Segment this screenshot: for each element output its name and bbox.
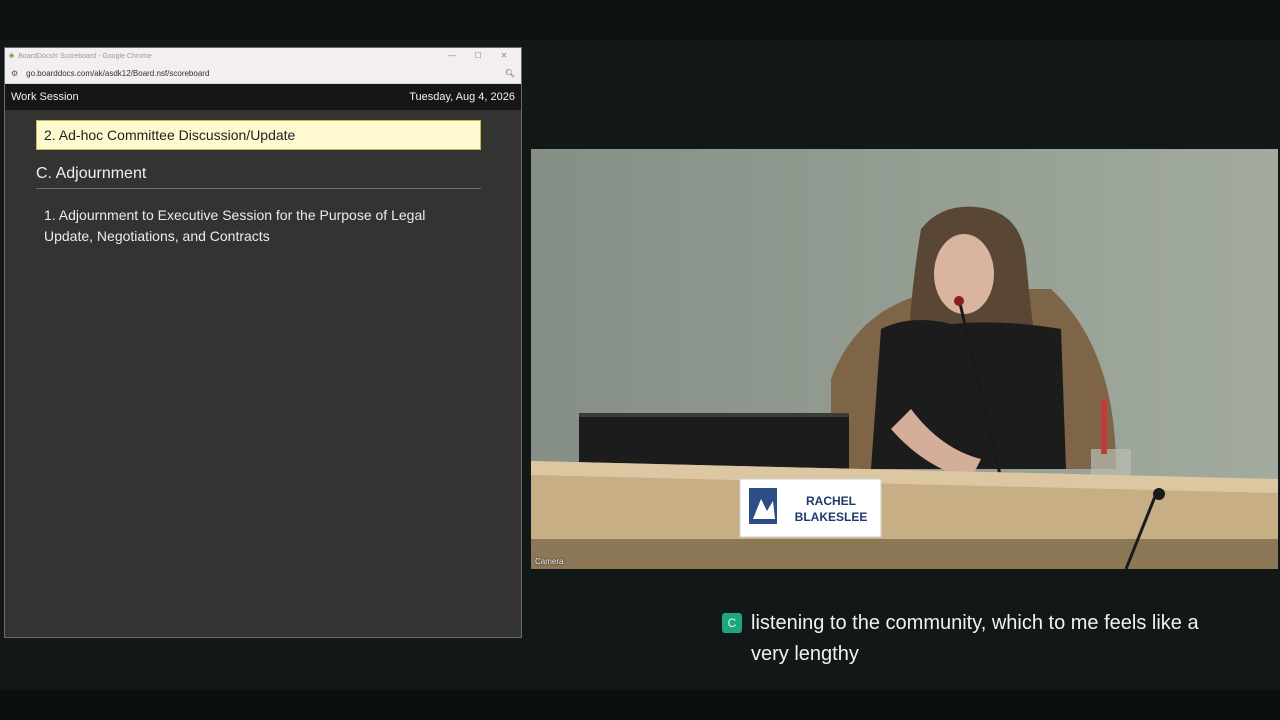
meeting-date: Tuesday, Aug 4, 2026 bbox=[409, 91, 515, 103]
site-settings-icon[interactable]: ⚙ bbox=[11, 69, 18, 78]
nameplate-last-name: BLAKESLEE bbox=[795, 510, 868, 524]
browser-title: BoardDocs® Scoreboard - Google Chrome bbox=[18, 52, 152, 60]
close-icon[interactable]: ✕ bbox=[491, 48, 517, 64]
camera-image: RACHEL BLAKESLEE bbox=[531, 149, 1278, 569]
agenda-content: 2. Ad-hoc Committee Discussion/Update C.… bbox=[5, 110, 521, 247]
nameplate-first-name: RACHEL bbox=[806, 494, 856, 508]
camera-label: Camera bbox=[535, 557, 564, 566]
address-bar[interactable]: ⚙ go.boarddocs.com/ak/asdk12/Board.nsf/s… bbox=[5, 64, 521, 84]
browser-window: ♣ BoardDocs® Scoreboard - Google Chrome … bbox=[4, 47, 522, 638]
bottom-letterbox bbox=[0, 690, 1280, 720]
caption-text: listening to the community, which to me … bbox=[751, 612, 1199, 665]
tree-icon: ♣ bbox=[9, 51, 15, 60]
window-controls: — ☐ ✕ bbox=[439, 48, 517, 64]
current-agenda-item: 2. Ad-hoc Committee Discussion/Update bbox=[36, 120, 481, 150]
url-text[interactable]: go.boarddocs.com/ak/asdk12/Board.nsf/sco… bbox=[26, 69, 505, 78]
agenda-item: 1. Adjournment to Executive Session for … bbox=[44, 207, 426, 244]
minimize-icon[interactable]: — bbox=[439, 48, 465, 64]
top-letterbox bbox=[0, 0, 1280, 40]
maximize-icon[interactable]: ☐ bbox=[465, 48, 491, 64]
session-type: Work Session bbox=[11, 91, 79, 103]
scoreboard-header: Work Session Tuesday, Aug 4, 2026 bbox=[5, 84, 521, 110]
zoom-icon[interactable]: 🔍︎ bbox=[505, 69, 515, 78]
camera-feed: RACHEL BLAKESLEE Camera bbox=[531, 149, 1278, 569]
caption-badge-icon: C bbox=[722, 613, 742, 633]
section-heading: C. Adjournment bbox=[36, 165, 481, 189]
live-caption: C listening to the community, which to m… bbox=[722, 608, 1242, 670]
browser-title-bar[interactable]: ♣ BoardDocs® Scoreboard - Google Chrome … bbox=[5, 48, 521, 64]
